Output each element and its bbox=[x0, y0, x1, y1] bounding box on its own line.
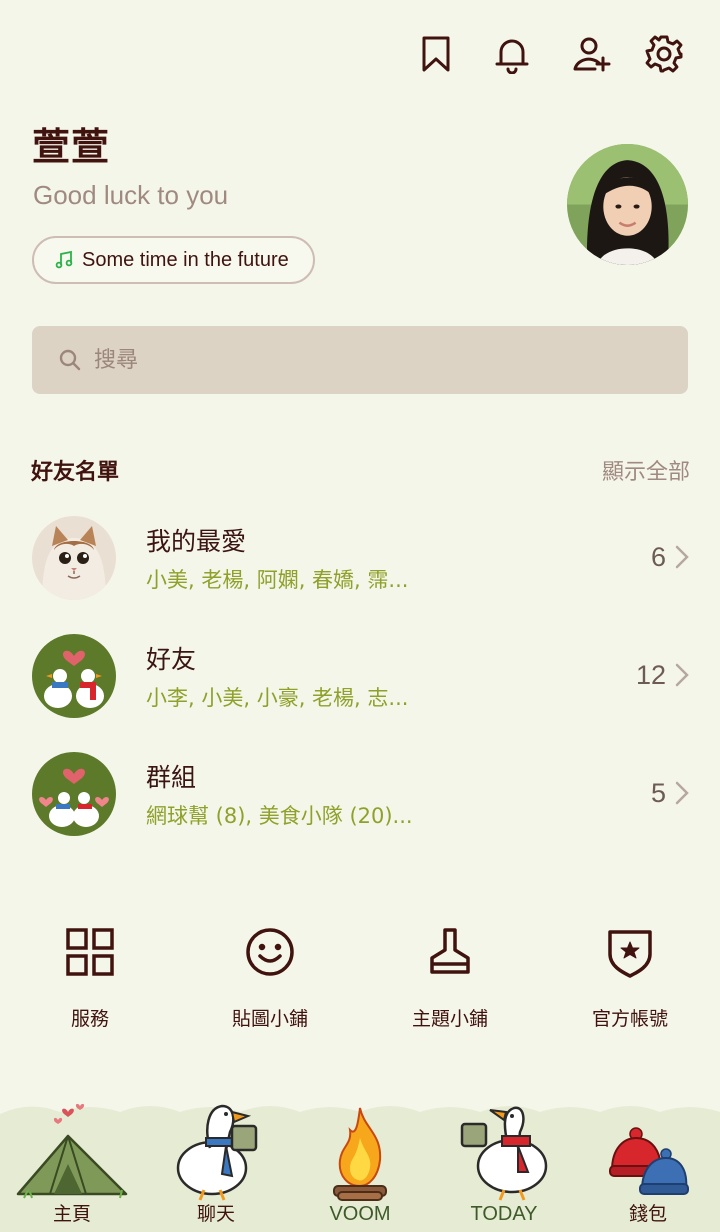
nav-wallet[interactable]: 錢包 bbox=[576, 1096, 720, 1232]
goose-icon bbox=[176, 1104, 258, 1201]
list-item-favorites[interactable]: 我的最愛 小美, 老楊, 阿嫻, 春嬌, 霈... 6 bbox=[0, 500, 720, 600]
profile-name: 萱萱 bbox=[32, 125, 111, 169]
search-input[interactable] bbox=[92, 346, 656, 374]
friends-section-title: 好友名單 bbox=[31, 460, 120, 485]
list-item-count: 6 bbox=[650, 542, 666, 572]
geese-avatar bbox=[32, 634, 116, 718]
music-title: Some time in the future bbox=[82, 248, 289, 271]
tent-icon bbox=[16, 1103, 128, 1199]
list-item-title: 我的最愛 bbox=[146, 527, 247, 556]
nav-label: 主頁 bbox=[52, 1203, 91, 1225]
list-item-subtitle: 小美, 老楊, 阿嫻, 春嬌, 霈... bbox=[146, 568, 409, 592]
list-item-title: 群組 bbox=[146, 763, 197, 792]
nav-voom[interactable]: VOOM bbox=[288, 1096, 432, 1232]
list-item-subtitle: 網球幫 (8), 美食小隊 (20)... bbox=[146, 804, 413, 828]
cat-avatar bbox=[32, 516, 116, 600]
campfire-icon bbox=[333, 1107, 387, 1201]
hats-icon bbox=[609, 1127, 689, 1195]
service-services[interactable]: 服務 bbox=[0, 926, 180, 1031]
gear-icon[interactable] bbox=[642, 32, 686, 76]
list-item-count: 5 bbox=[650, 778, 666, 808]
search-icon bbox=[59, 349, 81, 371]
list-item-subtitle: 小李, 小美, 小豪, 老楊, 志... bbox=[146, 686, 409, 710]
bell-icon[interactable] bbox=[490, 32, 534, 76]
nav-home[interactable]: 主頁 bbox=[0, 1096, 144, 1232]
service-theme-shop[interactable]: 主題小鋪 bbox=[360, 926, 540, 1031]
shield-star-icon bbox=[608, 930, 652, 978]
profile-music-pill[interactable]: Some time in the future bbox=[32, 236, 315, 284]
service-label: 貼圖小鋪 bbox=[231, 1008, 308, 1030]
search-bar[interactable] bbox=[32, 326, 688, 394]
goose-cup-icon bbox=[460, 1106, 548, 1201]
service-label: 官方帳號 bbox=[591, 1008, 668, 1030]
nav-label: TODAY bbox=[470, 1203, 538, 1225]
service-label: 主題小鋪 bbox=[411, 1008, 488, 1030]
nav-today[interactable]: TODAY bbox=[432, 1096, 576, 1232]
list-item-friends[interactable]: 好友 小李, 小美, 小豪, 老楊, 志... 12 bbox=[0, 618, 720, 718]
list-item-count: 12 bbox=[635, 660, 666, 690]
service-official-accounts[interactable]: 官方帳號 bbox=[540, 926, 720, 1031]
brush-icon bbox=[430, 928, 470, 974]
nav-label: 錢包 bbox=[628, 1203, 667, 1225]
chevron-right-icon bbox=[675, 545, 689, 569]
chevron-right-icon bbox=[675, 663, 689, 687]
grid-icon bbox=[66, 928, 114, 976]
profile-avatar[interactable] bbox=[567, 144, 688, 265]
chevron-right-icon bbox=[675, 781, 689, 805]
bookmark-icon[interactable] bbox=[414, 32, 458, 76]
add-friend-icon[interactable] bbox=[569, 32, 613, 76]
nav-chat[interactable]: 聊天 bbox=[144, 1096, 288, 1232]
smile-icon bbox=[246, 928, 294, 976]
service-label: 服務 bbox=[70, 1008, 109, 1030]
profile-status-message: Good luck to you bbox=[33, 180, 229, 210]
geese-hearts-avatar bbox=[32, 752, 116, 836]
show-all-link[interactable]: 顯示全部 bbox=[602, 454, 690, 486]
list-item-title: 好友 bbox=[146, 645, 197, 674]
nav-label: 聊天 bbox=[196, 1203, 235, 1225]
service-sticker-shop[interactable]: 貼圖小鋪 bbox=[180, 926, 360, 1031]
nav-label: VOOM bbox=[329, 1203, 391, 1225]
list-item-groups[interactable]: 群組 網球幫 (8), 美食小隊 (20)... 5 bbox=[0, 736, 720, 836]
music-note-icon bbox=[55, 250, 73, 269]
